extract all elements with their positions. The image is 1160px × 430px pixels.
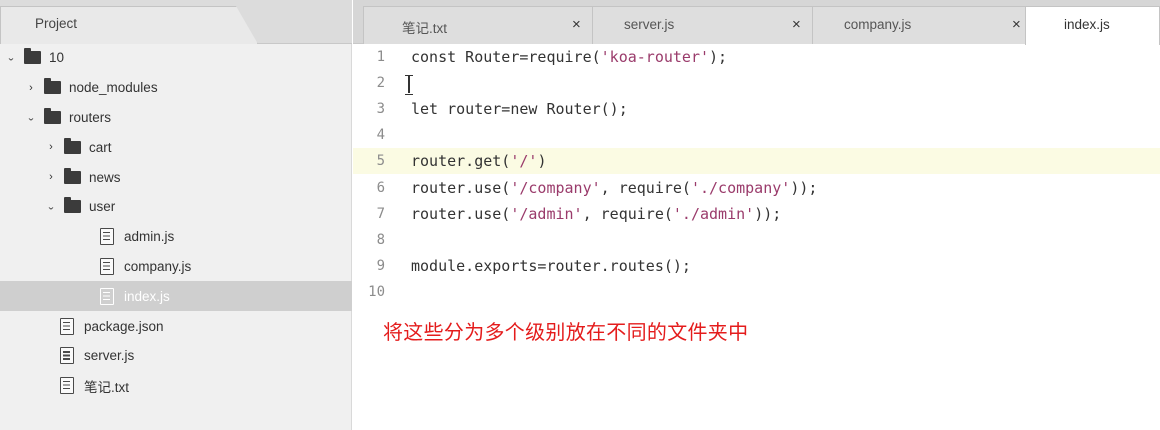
- string-literal: '/company': [510, 178, 601, 197]
- tree-folder-item[interactable]: › news: [0, 162, 352, 192]
- tree-item-label: cart: [89, 139, 112, 155]
- string-literal: '/admin': [510, 204, 583, 223]
- chevron-down-icon[interactable]: ⌄: [24, 112, 38, 123]
- tree-file-item[interactable]: index.js: [0, 281, 352, 312]
- code-line[interactable]: 7 router.use('/admin', require('./admin')…: [353, 201, 1160, 227]
- tree-folder-item[interactable]: › cart: [0, 132, 352, 162]
- code-editor[interactable]: 10 9 module.exports=router.routes(); 8 7 rout…: [353, 44, 1160, 430]
- code-text: router.use('/company', require('./compan…: [411, 178, 818, 197]
- tree-item-label: server.js: [84, 348, 135, 364]
- line-number: 7: [376, 205, 385, 222]
- code-text: let router=new Router();: [411, 100, 628, 119]
- file-icon: [100, 228, 114, 246]
- editor-tab-label: company.js: [844, 17, 912, 32]
- tree-item-label: index.js: [124, 288, 170, 304]
- line-number: 4: [376, 127, 385, 144]
- code-text: module.exports=router.routes();: [411, 256, 691, 275]
- code-line[interactable]: 4: [353, 122, 1160, 148]
- file-icon: [100, 257, 114, 275]
- line-number: 9: [376, 257, 385, 274]
- tree-file-item[interactable]: 笔记.txt: [0, 371, 352, 401]
- line-number: 5: [376, 153, 385, 170]
- file-icon: [60, 317, 74, 335]
- folder-icon: [64, 167, 81, 184]
- file-icon: [60, 377, 74, 395]
- tree-file-item[interactable]: company.js: [0, 252, 352, 282]
- chevron-right-icon[interactable]: ›: [44, 171, 58, 183]
- close-tab-icon[interactable]: ×: [572, 16, 581, 33]
- tree-folder-item[interactable]: ⌄ routers: [0, 103, 352, 133]
- code-line[interactable]: 8: [353, 227, 1160, 253]
- tree-file-item[interactable]: package.json: [0, 311, 352, 341]
- folder-icon: [24, 48, 41, 65]
- chevron-right-icon[interactable]: ›: [44, 141, 58, 153]
- folder-icon: [44, 78, 61, 95]
- editor-tab[interactable]: 笔记.txt ×: [363, 6, 593, 44]
- tree-folder-item[interactable]: ⌄ user: [0, 192, 352, 222]
- video-subtitle: 将这些分为多个级别放在不同的文件夹中: [383, 320, 749, 344]
- line-number: 1: [376, 49, 385, 65]
- chevron-down-icon[interactable]: ⌄: [4, 53, 18, 63]
- tree-item-label: company.js: [124, 258, 192, 274]
- code-text: const Router=require('koa-router');: [411, 48, 728, 66]
- tree-item-label: 笔记.txt: [84, 379, 130, 395]
- string-literal: 'koa-router': [600, 48, 710, 66]
- tree-item-label: user: [89, 199, 116, 215]
- line-number: 3: [376, 101, 385, 118]
- text-cursor-icon: [404, 75, 414, 95]
- project-sidebar: Project ⌄ 10 › node_modules ⌄ routers › cart › ne…: [0, 0, 352, 430]
- file-icon: [60, 347, 74, 365]
- folder-icon: [64, 197, 81, 214]
- code-line[interactable]: 5 router.get('/'): [353, 148, 1160, 175]
- tree-folder-item[interactable]: › node_modules: [0, 73, 352, 103]
- code-text: router.get('/'): [411, 152, 547, 171]
- sidebar-header: Project: [0, 0, 352, 44]
- string-literal: './company': [690, 178, 791, 197]
- editor-tab[interactable]: index.js: [1025, 6, 1160, 45]
- tree-file-item[interactable]: server.js: [0, 341, 352, 371]
- project-panel-tab[interactable]: Project: [0, 6, 258, 44]
- tree-item-label: node_modules: [69, 80, 158, 96]
- line-number: 8: [376, 231, 385, 248]
- editor-tab-bar: 笔记.txt × server.js × company.js × index.js: [353, 0, 1160, 45]
- editor-tab[interactable]: company.js ×: [805, 6, 1033, 44]
- code-line[interactable]: 6 router.use('/company', require('./compa…: [353, 175, 1160, 201]
- code-line[interactable]: 9 module.exports=router.routes();: [353, 253, 1160, 279]
- file-tree: ⌄ 10 › node_modules ⌄ routers › cart › news ⌄ user a…: [0, 43, 352, 401]
- project-panel-title: Project: [35, 16, 78, 31]
- line-number: 2: [376, 75, 385, 92]
- line-number: 10: [368, 283, 385, 300]
- file-icon: [100, 287, 114, 305]
- close-tab-icon[interactable]: ×: [792, 16, 801, 33]
- code-line[interactable]: 10: [353, 279, 1160, 305]
- tree-item-label: admin.js: [124, 229, 175, 245]
- tree-item-label: package.json: [84, 318, 164, 334]
- chevron-down-icon[interactable]: ⌄: [44, 202, 58, 212]
- editor-tab-label: server.js: [624, 17, 675, 32]
- tree-item-label: news: [89, 169, 121, 185]
- line-number: 6: [376, 179, 385, 196]
- tree-folder-item[interactable]: ⌄ 10: [0, 43, 352, 73]
- string-literal: './admin': [672, 204, 755, 223]
- close-tab-icon[interactable]: ×: [1012, 16, 1021, 33]
- code-line[interactable]: 3 let router=new Router();: [353, 96, 1160, 122]
- editor-tab-label: index.js: [1064, 17, 1110, 32]
- editor-tab[interactable]: server.js ×: [585, 6, 813, 44]
- tree-item-label: routers: [69, 109, 112, 125]
- chevron-right-icon[interactable]: ›: [24, 82, 38, 94]
- tree-file-item[interactable]: admin.js: [0, 222, 352, 252]
- code-line[interactable]: 2: [353, 70, 1160, 96]
- string-literal: '/': [510, 152, 538, 171]
- folder-icon: [44, 107, 61, 124]
- tree-item-label: 10: [49, 50, 65, 66]
- code-text: router.use('/admin', require('./admin'))…: [411, 204, 782, 223]
- editor-tab-label: 笔记.txt: [402, 21, 448, 36]
- code-line[interactable]: 1 const Router=require('koa-router');: [353, 44, 1160, 70]
- folder-icon: [64, 137, 81, 154]
